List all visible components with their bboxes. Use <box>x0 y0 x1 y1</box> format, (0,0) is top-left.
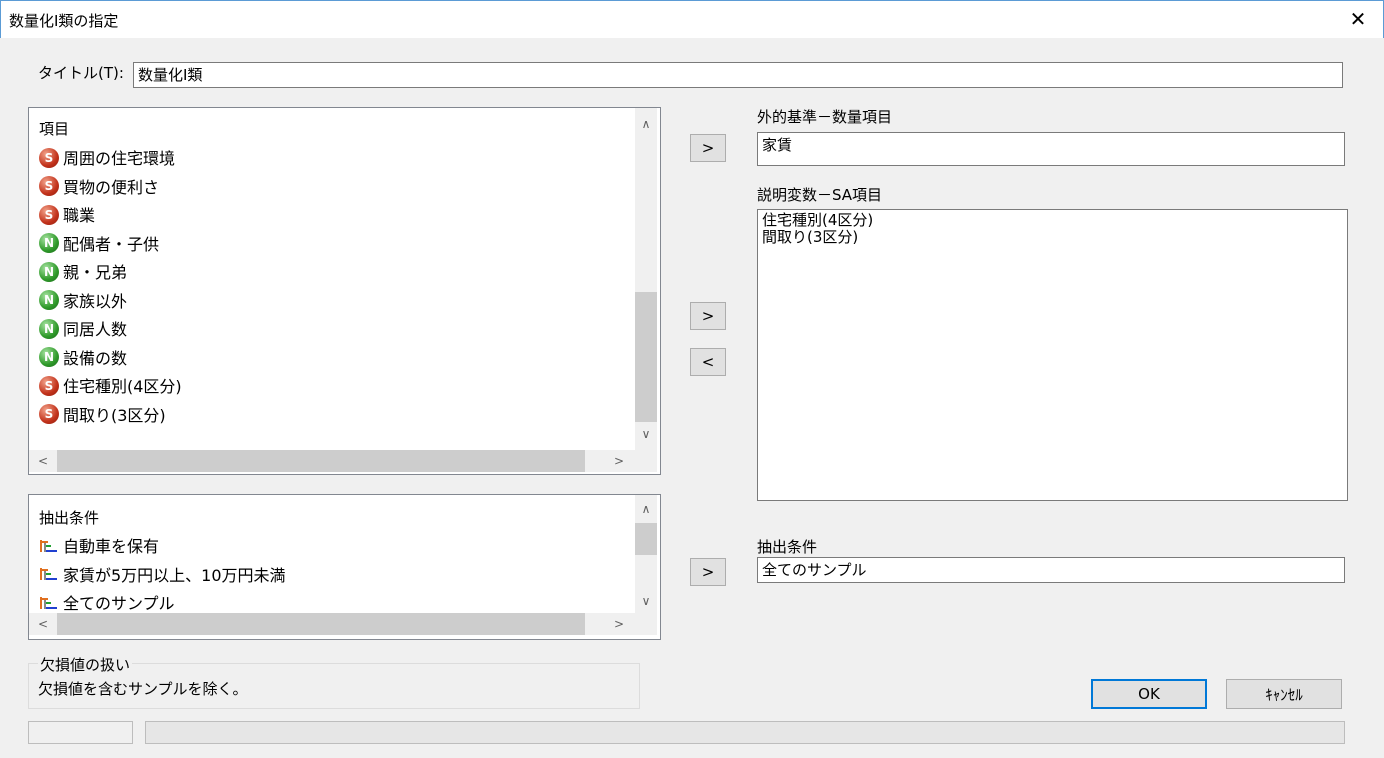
conditions-vscroll-thumb[interactable] <box>635 523 657 555</box>
conditions-vertical-scrollbar[interactable]: ∧ ∨ <box>635 495 657 613</box>
items-horizontal-scrollbar[interactable]: < > <box>29 450 635 472</box>
extract-condition-field[interactable]: 全てのサンプル <box>757 557 1345 583</box>
items-hscroll-thumb[interactable] <box>57 450 585 472</box>
numeric-item-icon: N <box>39 318 59 339</box>
list-item[interactable]: S 周囲の住宅環境 <box>39 146 175 172</box>
scroll-right-icon[interactable]: > <box>609 614 629 634</box>
external-criterion-label: 外的基準－数量項目 <box>757 108 893 126</box>
scroll-corner <box>635 450 657 472</box>
scroll-up-icon[interactable]: ∧ <box>636 114 656 134</box>
list-item[interactable]: S 間取り(3区分) <box>39 403 166 429</box>
close-icon[interactable]: ✕ <box>1343 5 1373 33</box>
list-item-label: 周囲の住宅環境 <box>63 149 176 168</box>
list-item[interactable]: S 住宅種別(4区分) <box>39 374 182 400</box>
sa-item-icon: S <box>39 176 59 196</box>
items-vscroll-thumb[interactable] <box>635 292 657 422</box>
sa-item-icon: S <box>39 404 59 424</box>
conditions-list-header: 抽出条件 <box>39 509 100 527</box>
list-item[interactable]: N 設備の数 <box>39 346 127 372</box>
extract-condition-label: 抽出条件 <box>757 538 818 556</box>
list-item-label: 自動車を保有 <box>63 537 160 556</box>
sa-item-icon: S <box>39 375 59 396</box>
list-item[interactable]: S 職業 <box>39 203 95 229</box>
items-vertical-scrollbar[interactable]: ∧ ∨ <box>635 108 657 450</box>
external-criterion-field[interactable]: 家賃 <box>757 132 1345 166</box>
title-bar: 数量化Ⅰ類の指定 ✕ <box>0 0 1384 38</box>
list-item-label: 買物の便利さ <box>63 177 160 197</box>
list-item-label: 住宅種別(4区分) <box>63 377 182 396</box>
explanatory-list[interactable]: 住宅種別(4区分) 間取り(3区分) <box>757 209 1348 501</box>
list-item-label: 家賃が5万円以上、10万円未満 <box>63 565 286 585</box>
list-item-label: 設備の数 <box>63 348 128 368</box>
list-item-label: 家族以外 <box>63 291 128 311</box>
add-extract-condition-button[interactable]: > <box>690 558 726 586</box>
progress-bar <box>145 721 1345 744</box>
scroll-down-icon[interactable]: ∨ <box>636 591 656 611</box>
scroll-corner <box>635 613 657 635</box>
cancel-button[interactable]: ｷｬﾝｾﾙ <box>1226 679 1342 709</box>
remove-explanatory-button[interactable]: < <box>690 348 726 376</box>
title-input[interactable]: 数量化Ⅰ類 <box>133 62 1343 88</box>
list-item-label: 全てのサンプル <box>63 594 175 613</box>
explanatory-item[interactable]: 間取り(3区分) <box>762 229 1343 246</box>
explanatory-item[interactable]: 住宅種別(4区分) <box>762 212 1343 229</box>
sa-item-icon: S <box>39 147 59 168</box>
missing-values-label: 欠損値の扱い <box>38 654 133 675</box>
sa-item-icon: S <box>39 204 59 225</box>
list-item[interactable]: N 同居人数 <box>39 317 127 343</box>
explanatory-label: 説明変数－SA項目 <box>757 186 883 204</box>
list-item[interactable]: N 親・兄弟 <box>39 260 127 286</box>
list-item-label: 職業 <box>63 206 96 225</box>
conditions-horizontal-scrollbar[interactable]: < > <box>29 613 635 635</box>
scroll-left-icon[interactable]: < <box>33 614 53 634</box>
numeric-item-icon: N <box>39 233 59 253</box>
list-item[interactable]: S 買物の便利さ <box>39 175 159 201</box>
list-item-label: 間取り(3区分) <box>63 405 166 425</box>
numeric-item-icon: N <box>39 347 59 367</box>
scroll-down-icon[interactable]: ∨ <box>636 424 656 444</box>
list-item[interactable]: 家賃が5万円以上、10万円未満 <box>39 563 286 589</box>
list-item[interactable]: N 家族以外 <box>39 289 127 315</box>
ok-button[interactable]: OK <box>1091 679 1207 709</box>
list-item[interactable]: N 配偶者・子供 <box>39 232 159 258</box>
window-title: 数量化Ⅰ類の指定 <box>9 12 119 30</box>
conditions-hscroll-thumb[interactable] <box>57 613 585 635</box>
scroll-right-icon[interactable]: > <box>609 451 629 471</box>
list-item[interactable]: 自動車を保有 <box>39 534 159 560</box>
list-item-label: 同居人数 <box>63 320 128 339</box>
add-external-criterion-button[interactable]: > <box>690 134 726 162</box>
items-list[interactable]: 項目 S 周囲の住宅環境 S 買物の便利さ S 職業 N 配偶者・子供 N 親・兄弟 N 家族以外 N 同… <box>28 107 661 475</box>
list-item-label: 配偶者・子供 <box>63 234 160 254</box>
items-list-header: 項目 <box>39 120 70 138</box>
status-panel-left <box>28 721 133 744</box>
conditions-list[interactable]: 抽出条件 自動車を保有家賃が5万円以上、10万円未満 全てのサンプル ∧ ∨ < … <box>28 494 661 640</box>
numeric-item-icon: N <box>39 290 59 310</box>
numeric-item-icon: N <box>39 261 59 282</box>
title-label: タイトル(T): <box>38 64 124 82</box>
filter-condition-icon <box>40 568 57 580</box>
list-item-label: 親・兄弟 <box>63 263 128 282</box>
filter-condition-icon <box>40 539 57 552</box>
scroll-left-icon[interactable]: < <box>33 451 53 471</box>
scroll-up-icon[interactable]: ∧ <box>636 499 656 519</box>
filter-condition-icon <box>40 596 57 609</box>
missing-values-text: 欠損値を含むサンプルを除く。 <box>38 680 248 698</box>
add-explanatory-button[interactable]: > <box>690 302 726 330</box>
